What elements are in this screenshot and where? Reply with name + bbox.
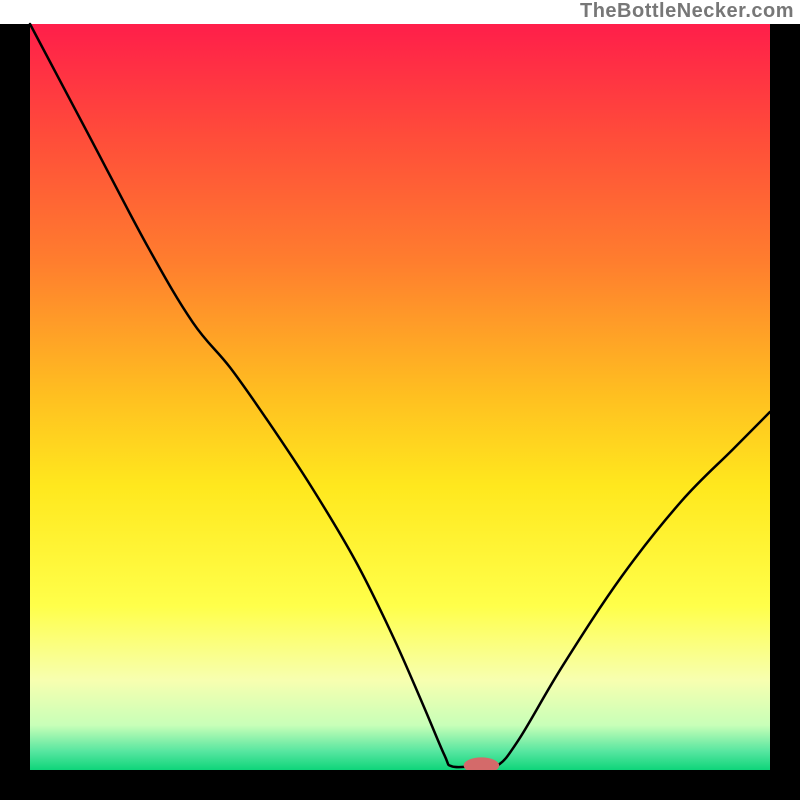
bottleneck-chart [0,0,800,800]
chart-container: TheBottleNecker.com [0,0,800,800]
axis-frame [0,24,30,800]
plot-background [30,24,770,770]
axis-frame [770,24,800,800]
axis-frame [0,770,800,800]
attribution-label: TheBottleNecker.com [580,0,794,23]
